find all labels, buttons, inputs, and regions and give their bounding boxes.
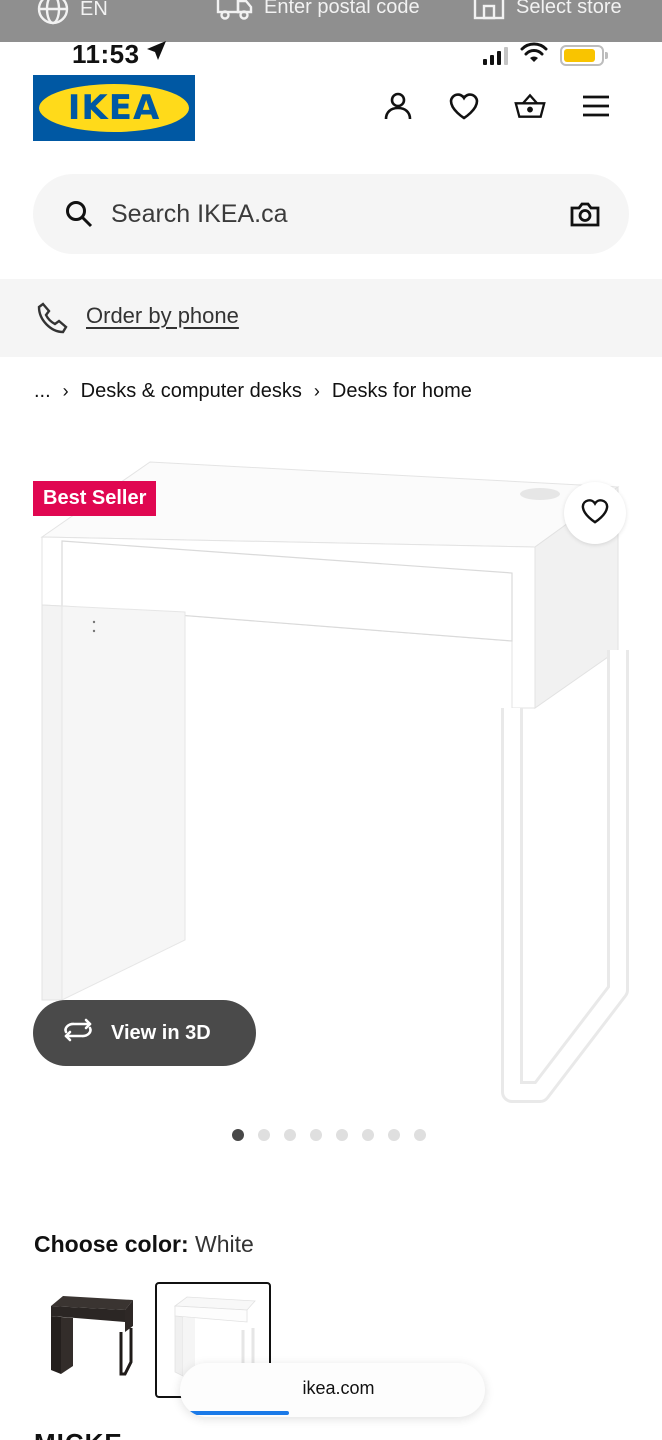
carousel-dot[interactable] (362, 1129, 374, 1141)
language-selector[interactable]: EN (36, 0, 108, 26)
best-seller-badge: Best Seller (33, 481, 157, 516)
carousel-dot[interactable] (388, 1129, 400, 1141)
url-text: ikea.com (302, 1378, 375, 1398)
menu-icon[interactable] (580, 90, 612, 122)
carousel-dot[interactable] (232, 1129, 244, 1141)
selected-color-value: White (195, 1231, 254, 1257)
phone-icon (36, 301, 70, 340)
basket-icon[interactable] (514, 90, 546, 122)
battery-icon (560, 45, 608, 66)
chevron-right-icon: › (62, 381, 69, 401)
carousel-dot[interactable] (310, 1129, 322, 1141)
status-bar: 11:53 (0, 39, 662, 70)
chevron-right-icon: › (313, 381, 320, 401)
heart-icon (580, 497, 610, 530)
battery-level (564, 49, 595, 62)
status-time: 11:53 (72, 39, 140, 69)
product-name: MICKE (34, 1428, 123, 1440)
heart-icon[interactable] (448, 90, 480, 122)
postal-code-button[interactable]: Enter postal code (216, 0, 420, 22)
truck-icon (216, 0, 254, 22)
ikea-logo[interactable]: IKEA (33, 75, 195, 141)
wifi-icon (520, 42, 548, 69)
status-time-group: 11:53 (72, 39, 168, 70)
carousel-dot[interactable] (284, 1129, 296, 1141)
cellular-signal-icon (483, 46, 508, 65)
order-by-phone-link[interactable]: Order by phone (86, 303, 239, 329)
view-in-3d-button[interactable]: View in 3D (33, 1000, 256, 1066)
utility-bar: EN Enter postal code Select store (0, 0, 662, 42)
carousel-dot[interactable] (414, 1129, 426, 1141)
breadcrumb-ellipsis[interactable]: ... (34, 380, 51, 403)
carousel-dot[interactable] (258, 1129, 270, 1141)
camera-icon[interactable] (569, 199, 601, 234)
postal-code-label: Enter postal code (264, 0, 420, 18)
location-arrow-icon (144, 39, 168, 70)
breadcrumb: ... › Desks & computer desks › Desks for… (34, 380, 472, 403)
store-icon (472, 0, 506, 22)
search-input[interactable] (111, 174, 531, 254)
choose-color-heading: Choose color: (34, 1231, 189, 1257)
logo-text: IKEA (67, 88, 161, 128)
header-actions (382, 90, 612, 122)
rotate-3d-icon (61, 1018, 95, 1048)
add-to-favourites-button[interactable] (564, 482, 626, 544)
order-by-phone-bar: Order by phone (0, 279, 662, 357)
breadcrumb-item[interactable]: Desks & computer desks (81, 380, 302, 403)
browser-address-bar[interactable]: ikea.com (180, 1363, 485, 1417)
choose-color-label: Choose color: White (34, 1231, 254, 1258)
view-in-3d-label: View in 3D (111, 1021, 211, 1044)
image-carousel-dots[interactable] (232, 1129, 426, 1141)
carousel-dot[interactable] (336, 1129, 348, 1141)
select-store-label: Select store (516, 0, 622, 18)
user-icon[interactable] (382, 90, 414, 122)
search-bar[interactable] (33, 174, 629, 254)
globe-icon (36, 0, 70, 26)
breadcrumb-item[interactable]: Desks for home (332, 380, 472, 403)
search-icon[interactable] (64, 199, 94, 234)
page-load-progress (188, 1411, 290, 1415)
color-swatch-black-brown[interactable] (33, 1282, 149, 1398)
language-label: EN (80, 0, 108, 20)
select-store-button[interactable]: Select store (472, 0, 622, 22)
